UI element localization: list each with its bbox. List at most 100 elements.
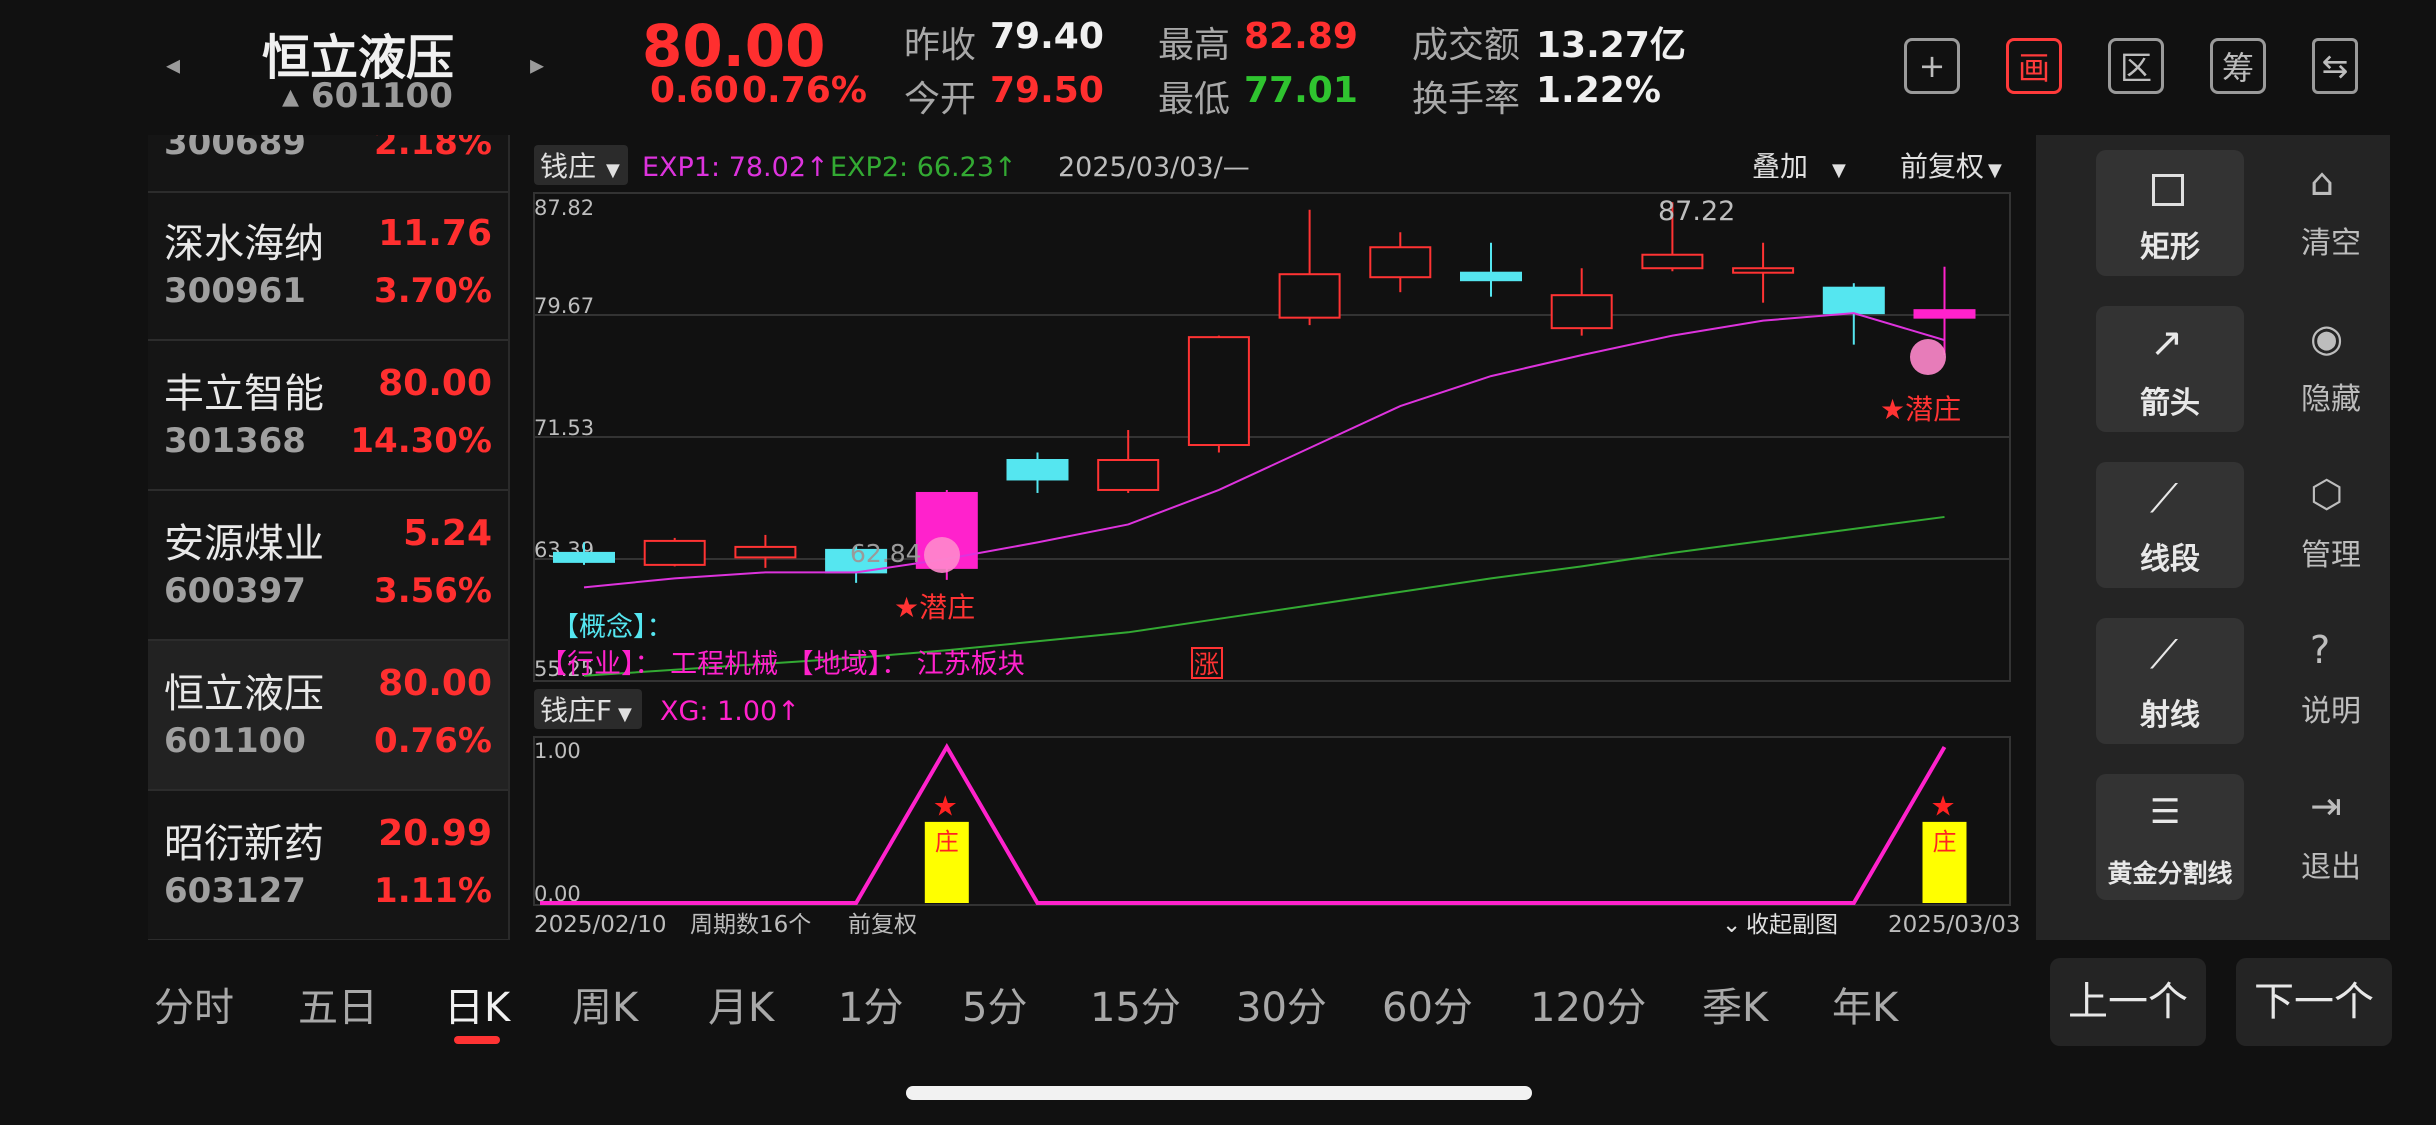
candle-body (1187, 336, 1250, 447)
watchlist-pct: 1.11% (374, 871, 492, 911)
industry-label: 【行业】： 工程机械 【地域】： 江苏板块 (540, 649, 1025, 680)
xg-star: ★ (933, 790, 958, 823)
home-indicator[interactable] (906, 1086, 1532, 1100)
chart-area[interactable]: 钱庄 ▼ EXP1: 78.02↑ EXP2: 66.23↑ 2025/03/0… (510, 135, 2035, 940)
tab-yearly-k[interactable]: 年K (1832, 975, 1898, 1033)
chevron-down-icon[interactable]: ▼ (1988, 160, 2002, 181)
low-label: 最低 (1158, 79, 1231, 120)
candle-body (553, 551, 615, 563)
watchlist-item[interactable]: 深水海纳 11.76 300961 3.70% (148, 191, 508, 341)
tab-1min[interactable]: 1分 (838, 975, 903, 1033)
prev-stock-arrow-icon[interactable]: ◂ (166, 48, 180, 81)
watchlist-name: 丰立智能 (164, 371, 324, 417)
sub-indicator-select[interactable]: 钱庄F (540, 694, 612, 727)
period-count: 周期数16个 (690, 912, 811, 938)
turnover-rate-value: 1.22% (1536, 70, 1661, 111)
tab-5min[interactable]: 5分 (962, 975, 1027, 1033)
broom-icon: ⌂ (2310, 160, 2335, 204)
chevron-down-icon[interactable]: ⌄ (1722, 912, 1741, 938)
segment-tool-button[interactable]: ⟋ 线段 (2096, 462, 2244, 588)
marker-qianzhuang: ★潜庄 (894, 591, 975, 624)
watchlist-item[interactable]: 丰立智能 80.00 301368 14.30% (148, 341, 508, 491)
watchlist-item-active[interactable]: 恒立液压 80.00 601100 0.76% (148, 641, 508, 791)
chevron-down-icon[interactable]: ▼ (618, 704, 632, 725)
watchlist-code: 301368 (164, 421, 306, 461)
hide-button[interactable]: ◉ 隐藏 (2286, 306, 2376, 432)
tab-15min[interactable]: 15分 (1090, 975, 1181, 1033)
candle-body (1641, 253, 1704, 270)
tab-weekly-k[interactable]: 周K (572, 975, 638, 1033)
tab-120min[interactable]: 120分 (1530, 975, 1646, 1033)
range-icon[interactable]: 区 (2108, 38, 2164, 94)
concept-label: 【概念】： (552, 612, 674, 643)
tab-five-day[interactable]: 五日 (298, 975, 378, 1033)
candle-body (643, 539, 706, 566)
chips-icon[interactable]: 筹 (2210, 38, 2266, 94)
tab-quarterly-k[interactable]: 季K (1702, 975, 1768, 1033)
marker-qianzhuang: ★潜庄 (1880, 393, 1961, 426)
clear-button[interactable]: ⌂ 清空 (2286, 150, 2376, 276)
draw-icon[interactable]: 画 (2006, 38, 2062, 94)
watchlist-pct: 3.70% (374, 271, 492, 311)
indicator-select[interactable]: 钱庄 (540, 150, 596, 183)
settings-icon: ⬡ (2310, 472, 2344, 516)
segment-icon: ⟋ (2150, 476, 2178, 522)
eye-icon: ◉ (2310, 316, 2344, 360)
xg-line (540, 743, 1947, 905)
exit-icon: ⇥ (2310, 784, 2342, 828)
gem-icon (924, 537, 960, 573)
drawing-tools-panel: 矩形 ↗ 箭头 ⟋ 线段 ⟋ 射线 ☰ 黄金分割线 ⌂ 清空 ◉ 隐藏 ⬡ 管理… (2036, 135, 2390, 940)
watchlist-item[interactable]: 300689 2.18% (148, 135, 508, 193)
candle-body (1913, 309, 1976, 319)
open-label: 今开 (904, 79, 977, 120)
prev-stock-button[interactable]: 上一个 (2050, 958, 2206, 1046)
add-icon[interactable]: + (1904, 38, 1960, 94)
price-change: 0.60 (650, 70, 739, 111)
overlay-button[interactable]: 叠加 (1752, 150, 1808, 183)
xg-star-sub: 庄 (935, 828, 959, 856)
limit-badge: 涨 (1194, 650, 1219, 679)
help-icon: ? (2310, 628, 2331, 672)
candles-group (553, 202, 1976, 583)
watchlist-item[interactable]: 安源煤业 5.24 600397 3.56% (148, 491, 508, 641)
ray-tool-button[interactable]: ⟋ 射线 (2096, 618, 2244, 744)
tool-side-label: 说明 (2301, 694, 2361, 729)
turnover-rate-label: 换手率 (1412, 79, 1521, 120)
tool-side-label: 清空 (2301, 226, 2361, 261)
tab-daily-k[interactable]: 日K (444, 975, 510, 1033)
arrow-tool-button[interactable]: ↗ 箭头 (2096, 306, 2244, 432)
tab-intraday[interactable]: 分时 (154, 975, 234, 1033)
turnover-label: 成交额 (1412, 25, 1521, 66)
exit-button[interactable]: ⇥ 退出 (2286, 774, 2376, 900)
watchlist-code: 603127 (164, 871, 306, 911)
stock-code: ▴ 601100 (282, 76, 453, 116)
xg-star-sub: 庄 (1933, 828, 1957, 856)
fibonacci-tool-button[interactable]: ☰ 黄金分割线 (2096, 774, 2244, 900)
candle-body (734, 545, 797, 559)
candle-body (1278, 273, 1341, 319)
chevron-down-icon[interactable]: ▼ (606, 160, 620, 181)
tab-monthly-k[interactable]: 月K (708, 975, 774, 1033)
arrow-icon: ↗ (2150, 320, 2184, 366)
watchlist-name: 安源煤业 (164, 521, 324, 567)
help-button[interactable]: ? 说明 (2286, 618, 2376, 744)
tab-30min[interactable]: 30分 (1236, 975, 1327, 1033)
watchlist-item[interactable]: 昭衍新药 20.99 603127 1.11% (148, 791, 508, 940)
adjust-select[interactable]: 前复权 (1900, 150, 1984, 183)
quote-header: ◂ 恒立液压 ▴ 601100 ▸ 80.00 0.60 0.76% 昨收 79… (0, 0, 2436, 135)
manage-button[interactable]: ⬡ 管理 (2286, 462, 2376, 588)
switch-device-icon[interactable]: ⇆ (2312, 38, 2358, 94)
collapse-subchart-button[interactable]: 收起副图 (1746, 912, 1838, 938)
prev-close-value: 79.40 (990, 16, 1104, 57)
candle-body (1732, 267, 1795, 274)
next-stock-button[interactable]: 下一个 (2236, 958, 2392, 1046)
watchlist-name: 昭衍新药 (164, 821, 324, 867)
tab-60min[interactable]: 60分 (1382, 975, 1473, 1033)
rect-tool-button[interactable]: 矩形 (2096, 150, 2244, 276)
candle-body (1550, 294, 1613, 330)
chevron-down-icon[interactable]: ▼ (1832, 160, 1846, 181)
kline-chart-svg[interactable]: 钱庄 ▼ EXP1: 78.02↑ EXP2: 66.23↑ 2025/03/0… (510, 135, 2035, 940)
watchlist-code: 300689 (164, 135, 306, 163)
next-stock-arrow-icon[interactable]: ▸ (530, 48, 544, 81)
sub-y-tick: 1.00 (534, 739, 581, 763)
